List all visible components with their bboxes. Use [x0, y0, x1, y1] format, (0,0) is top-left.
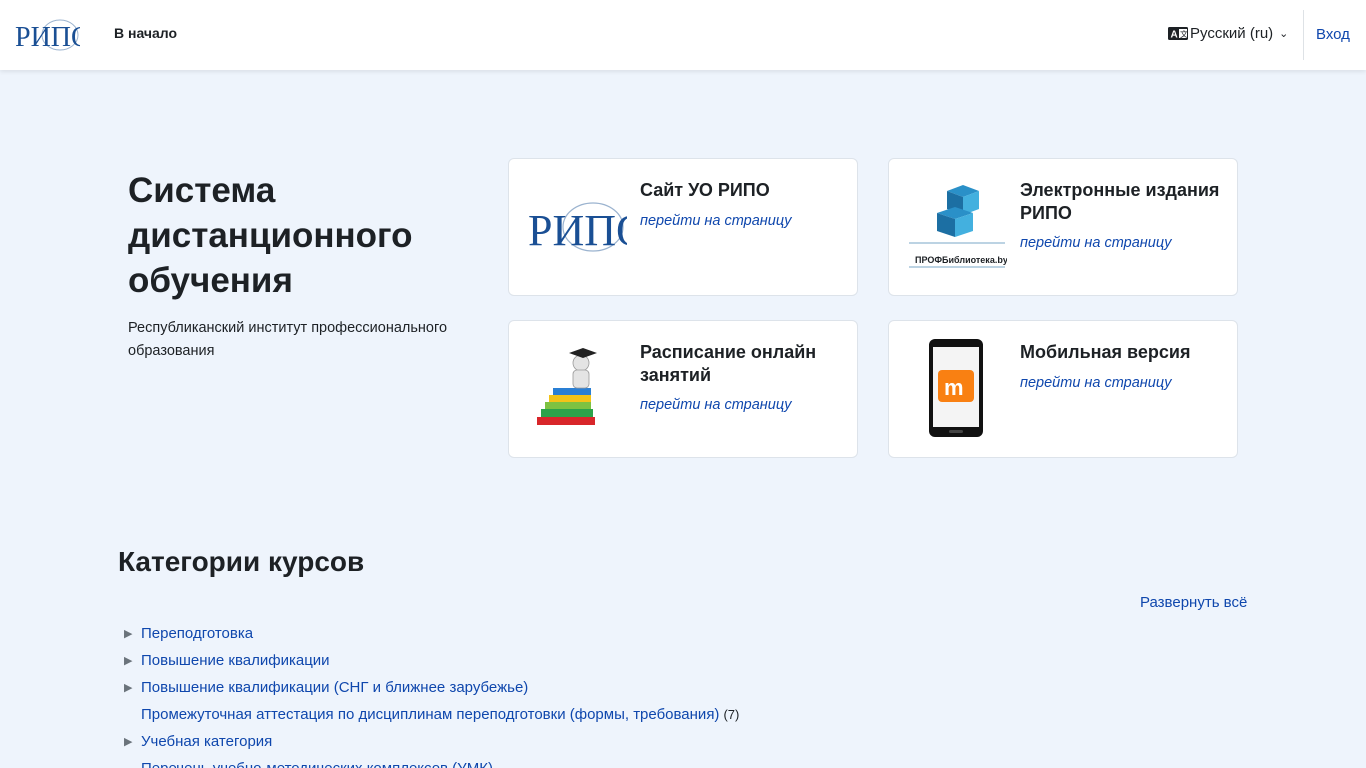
card-title: Электронные издания РИПО — [1020, 180, 1220, 223]
ripo-logo-icon: РИПО — [528, 202, 627, 255]
page-title: Система дистанционного обучения — [128, 171, 413, 300]
list-item[interactable]: ▶ Переподготовка — [124, 620, 739, 647]
list-item[interactable]: ▶ Повышение квалификации (СНГ и ближнее … — [124, 674, 739, 701]
category-link[interactable]: Повышение квалификации (СНГ и ближнее за… — [141, 679, 528, 696]
list-item[interactable]: ▶ Учебная категория — [124, 728, 739, 755]
card-title: Мобильная версия — [1020, 342, 1191, 362]
books-graduate-icon — [537, 348, 597, 425]
card-link[interactable]: перейти на страницу — [640, 397, 792, 413]
svg-text:РИПО: РИПО — [528, 206, 627, 255]
ripo-logo[interactable]: РИПО — [14, 16, 80, 54]
prof-library-logo-icon: ПРОФБиблиотека.by — [909, 185, 1007, 268]
translate-icon: A 文 — [1168, 27, 1188, 40]
list-item[interactable]: Промежуточная аттестация по дисциплинам … — [124, 701, 739, 728]
navbar: РИПО В начало A 文 Русский (ru) ⌄ Вход — [0, 0, 1366, 70]
card-link[interactable]: перейти на страницу — [1020, 375, 1172, 391]
svg-text:m: m — [944, 375, 964, 400]
category-link[interactable]: Повышение квалификации — [141, 652, 330, 669]
categories-heading: Категории курсов — [118, 546, 365, 577]
svg-text:ПРОФБиблиотека.by: ПРОФБиблиотека.by — [915, 255, 1007, 265]
card-title: Расписание онлайн занятий — [640, 342, 817, 385]
list-item[interactable]: ▶ Повышение квалификации — [124, 647, 739, 674]
expand-triangle-icon[interactable]: ▶ — [124, 627, 141, 640]
page-subtitle: Республиканский институт профессионально… — [128, 320, 448, 359]
card-title: Сайт УО РИПО — [640, 180, 770, 200]
expand-triangle-icon[interactable]: ▶ — [124, 654, 141, 667]
card-electronic-publications[interactable]: ПРОФБиблиотека.by Электронные издания РИ… — [888, 158, 1238, 296]
expand-triangle-icon[interactable]: ▶ — [124, 735, 141, 748]
login-link[interactable]: Вход — [1316, 26, 1350, 43]
chevron-down-icon: ⌄ — [1279, 28, 1289, 40]
language-selector[interactable]: A 文 Русский (ru) ⌄ — [1168, 25, 1288, 42]
category-link[interactable]: Переподготовка — [141, 625, 253, 642]
svg-text:A: A — [1171, 30, 1178, 41]
list-item[interactable]: Перечень учебно-методических комплексов … — [124, 755, 739, 768]
card-online-schedule[interactable]: Расписание онлайн занятий перейти на стр… — [508, 320, 858, 458]
expand-triangle-icon[interactable]: ▶ — [124, 681, 141, 694]
card-ripo-site[interactable]: РИПО Сайт УО РИПО перейти на страницу — [508, 158, 858, 296]
category-link[interactable]: Промежуточная аттестация по дисциплинам … — [141, 706, 719, 723]
card-link[interactable]: перейти на страницу — [640, 213, 792, 229]
expand-all-link[interactable]: Развернуть всё — [1140, 594, 1247, 611]
mobile-phone-icon: m — [929, 339, 983, 437]
category-link[interactable]: Перечень учебно-методических комплексов … — [141, 760, 493, 768]
card-mobile-version[interactable]: m Мобильная версия перейти на страницу — [888, 320, 1238, 458]
logo-text: РИПО — [15, 22, 80, 53]
category-link[interactable]: Учебная категория — [141, 733, 272, 750]
nav-home-link[interactable]: В начало — [114, 25, 177, 41]
svg-text:文: 文 — [1180, 29, 1188, 39]
language-label: Русский (ru) — [1190, 25, 1274, 42]
card-link[interactable]: перейти на страницу — [1020, 235, 1172, 251]
category-list: ▶ Переподготовка ▶ Повышение квалификаци… — [124, 620, 739, 768]
course-count: (7) — [723, 707, 740, 722]
nav-divider — [1303, 10, 1304, 60]
